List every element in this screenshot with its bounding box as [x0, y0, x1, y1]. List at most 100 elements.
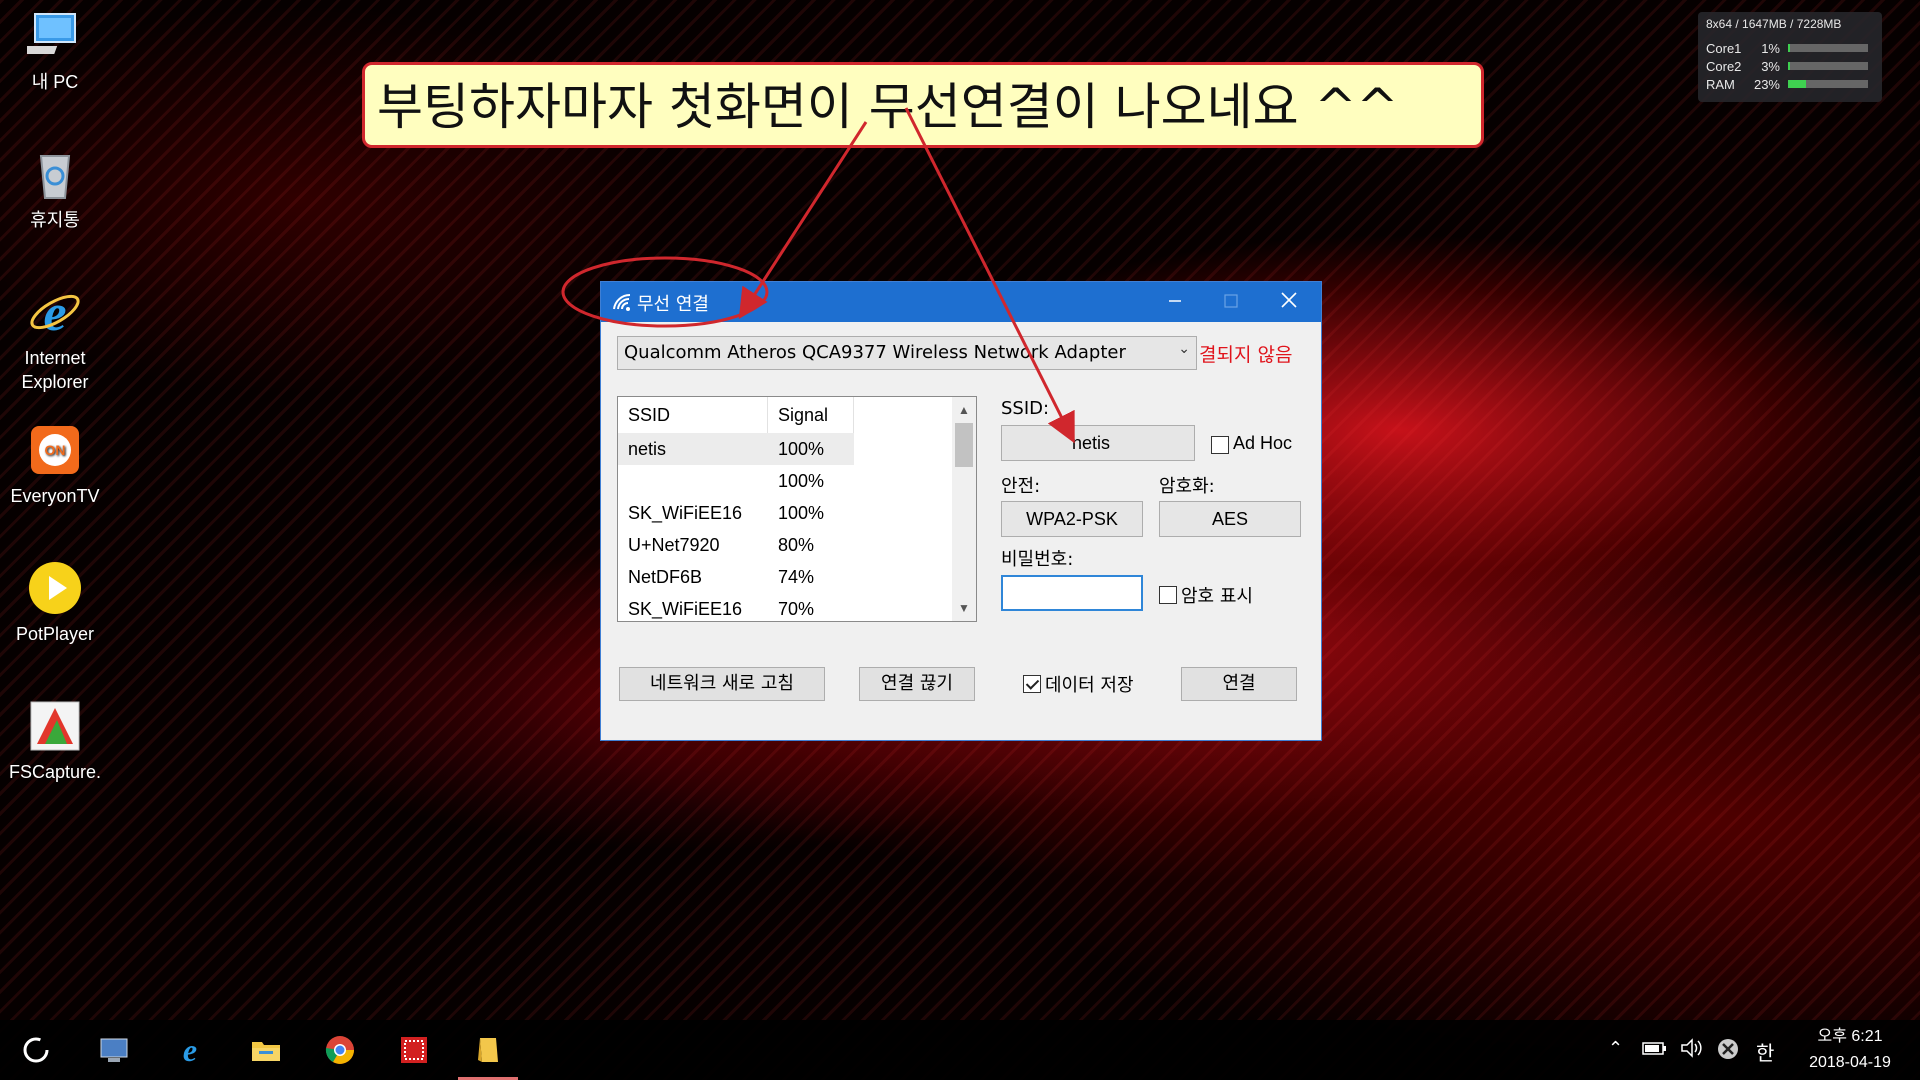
- network-signal: 100%: [778, 471, 825, 491]
- show-password-checkbox[interactable]: [1159, 586, 1177, 604]
- svg-text:e: e: [43, 285, 66, 340]
- network-ssid: SK_WiFiEE16: [628, 599, 743, 619]
- scroll-up-icon[interactable]: ▲: [952, 399, 976, 421]
- volume-icon[interactable]: [1680, 1038, 1704, 1063]
- desktop-icon-label: PotPlayer: [15, 624, 95, 644]
- chrome-icon: [324, 1034, 356, 1066]
- minimize-button[interactable]: [1147, 282, 1203, 322]
- wifi-icon: [611, 291, 633, 313]
- adapter-dropdown[interactable]: Qualcomm Atheros QCA9377 Wireless Networ…: [617, 336, 1197, 370]
- svg-text:e: e: [183, 1034, 197, 1066]
- desktop-icon-recycle-bin[interactable]: 휴지통: [6, 146, 104, 232]
- meter-row-core1: Core1 1%: [1706, 39, 1874, 57]
- refresh-network-button[interactable]: 네트워크 새로 고침: [619, 667, 825, 701]
- battery-icon[interactable]: [1642, 1040, 1668, 1061]
- taskbar-app-chrome[interactable]: [310, 1020, 370, 1080]
- scroll-down-icon[interactable]: ▼: [952, 597, 976, 619]
- desktop-icon-label: FSCapture.: [8, 762, 102, 782]
- network-row[interactable]: SK_WiFiEE16 70%: [618, 593, 948, 621]
- show-password-label: 암호 표시: [1181, 586, 1253, 607]
- network-row[interactable]: netis 100%: [618, 433, 854, 465]
- file-explorer-icon: [250, 1034, 282, 1066]
- annotation-callout: 부팅하자마자 첫화면이 무선연결이 나오네요 ^^: [362, 62, 1484, 148]
- meter-bar-fill: [1788, 62, 1790, 70]
- internet-explorer-icon: e: [27, 284, 83, 342]
- desktop-icon-fscapture[interactable]: FSCapture.: [6, 698, 104, 784]
- meter-percent: 1%: [1761, 40, 1780, 56]
- scroll-thumb[interactable]: [955, 423, 973, 467]
- ssid-label: SSID:: [1001, 398, 1050, 419]
- chevron-down-icon: ⌄: [1178, 341, 1190, 357]
- clock-time: 오후 6:21: [1817, 1028, 1883, 1045]
- network-row[interactable]: 100%: [618, 465, 948, 497]
- network-ssid: U+Net7920: [628, 535, 720, 555]
- network-signal: 80%: [778, 535, 815, 555]
- meter-percent: 23%: [1753, 76, 1780, 92]
- ssid-value: netis: [1072, 433, 1111, 453]
- desktop-icon-label: 내 PC: [31, 72, 79, 92]
- network-row[interactable]: SK_WiFiEE16 100%: [618, 497, 948, 529]
- ssid-field[interactable]: netis: [1001, 425, 1195, 461]
- adhoc-label: Ad Hoc: [1233, 433, 1293, 453]
- taskbar-app-file-explorer[interactable]: [236, 1020, 296, 1080]
- desktop-icon-label: Internet Explorer: [21, 348, 89, 392]
- password-input[interactable]: [1001, 575, 1143, 611]
- dialog-titlebar[interactable]: 무선 연결: [601, 282, 1321, 322]
- security-label: 안전:: [1001, 476, 1041, 497]
- meter-percent: 3%: [1761, 58, 1780, 74]
- column-header-ssid[interactable]: SSID: [618, 397, 768, 433]
- connection-status: 결되지 않음: [1199, 344, 1293, 366]
- network-signal: 74%: [778, 567, 815, 587]
- taskbar-app-folder-notes[interactable]: [458, 1020, 518, 1080]
- desktop-icon-label: 휴지통: [30, 210, 80, 230]
- recycle-bin-icon: [27, 146, 83, 202]
- computer-icon: [14, 8, 83, 64]
- wireless-connection-dialog: 무선 연결 Qualcomm Atheros QCA9377 Wireless …: [600, 281, 1322, 741]
- list-scrollbar[interactable]: ▲ ▼: [952, 397, 976, 621]
- dialog-title: 무선 연결: [637, 294, 709, 315]
- ime-indicator[interactable]: 한: [1756, 1037, 1774, 1066]
- meter-header: 8x64 / 1647MB / 7228MB: [1706, 17, 1842, 31]
- minimize-icon: [1169, 300, 1181, 302]
- taskbar-app-red[interactable]: [384, 1020, 444, 1080]
- connect-button[interactable]: 연결: [1181, 667, 1297, 701]
- desktop-icon-potplayer[interactable]: PotPlayer: [6, 560, 104, 646]
- meter-row-ram: RAM 23%: [1706, 75, 1874, 93]
- network-signal: 100%: [778, 503, 825, 523]
- desktop-icon-label: EveryonTV: [10, 486, 100, 506]
- network-signal: 70%: [778, 599, 815, 619]
- taskbar: e ⌃ 한 오후 6:21 2018-04-19: [0, 1020, 1920, 1080]
- close-button[interactable]: [1261, 282, 1317, 322]
- taskbar-app-internet-explorer[interactable]: e: [160, 1020, 220, 1080]
- chevron-up-icon[interactable]: ⌃: [1608, 1038, 1623, 1059]
- meter-label: Core2: [1706, 58, 1742, 74]
- disconnect-button[interactable]: 연결 끊기: [859, 667, 975, 701]
- network-ssid: NetDF6B: [628, 567, 703, 587]
- security-field[interactable]: WPA2-PSK: [1001, 501, 1143, 537]
- desktop-icon-my-pc[interactable]: 내 PC: [6, 8, 104, 94]
- network-ssid: netis: [628, 439, 667, 459]
- network-disconnected-icon[interactable]: [1716, 1037, 1740, 1066]
- taskbar-app-monitor[interactable]: [84, 1020, 144, 1080]
- adhoc-checkbox[interactable]: [1211, 436, 1229, 454]
- monitor-app-icon: [98, 1034, 130, 1066]
- save-data-checkbox[interactable]: [1023, 675, 1041, 693]
- encryption-field[interactable]: AES: [1159, 501, 1301, 537]
- password-label: 비밀번호:: [1001, 549, 1074, 570]
- start-button[interactable]: [6, 1020, 66, 1080]
- system-clock[interactable]: 오후 6:21 2018-04-19: [1790, 1024, 1910, 1076]
- internet-explorer-icon: e: [174, 1032, 206, 1068]
- encryption-label: 암호화:: [1159, 476, 1215, 497]
- save-data-label: 데이터 저장: [1045, 675, 1134, 696]
- desktop-icon-everyontv[interactable]: ON EveryonTV: [6, 422, 104, 508]
- meter-row-core2: Core2 3%: [1706, 57, 1874, 75]
- desktop-icon-internet-explorer[interactable]: e Internet Explorer: [6, 284, 104, 394]
- network-row[interactable]: U+Net7920 80%: [618, 529, 948, 561]
- resource-meter: 8x64 / 1647MB / 7228MB Core1 1% Core2 3%…: [1698, 12, 1882, 102]
- network-row[interactable]: NetDF6B 74%: [618, 561, 948, 593]
- network-list[interactable]: SSID Signal netis 100% 100% SK_WiFiEE16 …: [617, 396, 977, 622]
- network-ssid: SK_WiFiEE16: [628, 503, 743, 523]
- adapter-name: Qualcomm Atheros QCA9377 Wireless Networ…: [624, 342, 1126, 363]
- maximize-button[interactable]: [1203, 282, 1259, 322]
- column-header-signal[interactable]: Signal: [768, 397, 854, 433]
